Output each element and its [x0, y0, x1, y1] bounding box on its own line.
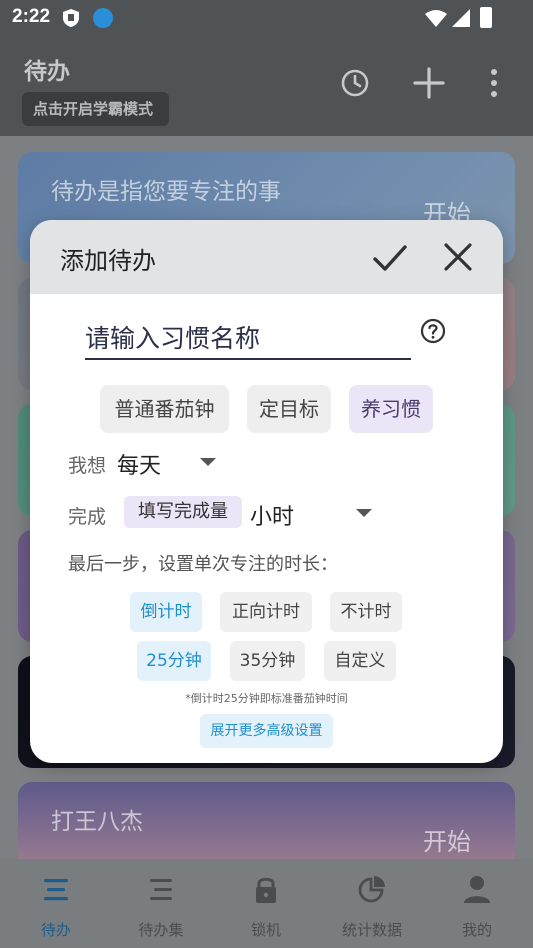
- shield-icon: [63, 9, 79, 27]
- advanced-settings-button[interactable]: 展开更多高级设置: [200, 714, 333, 748]
- nav-label: 我的: [461, 921, 492, 939]
- add-todo-dialog: 添加待办 普通番茄钟 定目标 养习惯 我想 每天 完成 填写完成量 小时 最后一…: [30, 220, 503, 763]
- dialog-title: 添加待办: [60, 247, 156, 275]
- bottom-nav: 待办 待办集 锁机 统计数据 我的: [0, 859, 533, 948]
- add-icon[interactable]: [412, 66, 446, 100]
- fill-amount-chip[interactable]: 填写完成量: [124, 496, 242, 528]
- page-title: 待办: [24, 59, 70, 85]
- nav-label: 待办: [40, 921, 71, 939]
- nav-item-todo[interactable]: 待办: [3, 859, 109, 948]
- dialog-header: 添加待办: [30, 220, 503, 294]
- list-icon: [44, 879, 68, 901]
- pomodoro-note: *倒计时25分钟即标准番茄钟时间: [185, 692, 348, 705]
- nav-item-collections[interactable]: 待办集: [108, 859, 214, 948]
- complete-label: 完成: [68, 506, 107, 528]
- more-vert-icon[interactable]: [478, 66, 512, 100]
- duration-25-option[interactable]: 25分钟: [137, 641, 211, 681]
- help-icon[interactable]: [420, 318, 446, 344]
- nav-label: 锁机: [250, 921, 281, 939]
- app-notification-icon: [93, 8, 113, 28]
- last-step-text: 最后一步，设置单次专注的时长：: [68, 554, 338, 575]
- battery-icon: [480, 7, 492, 28]
- nav-item-me[interactable]: 我的: [424, 859, 530, 948]
- todo-card-title: 待办是指您要专注的事: [51, 179, 281, 205]
- nav-item-lock[interactable]: 锁机: [213, 859, 319, 948]
- study-mode-chip[interactable]: 点击开启学霸模式: [22, 92, 169, 126]
- nav-label: 待办集: [138, 921, 184, 939]
- start-button[interactable]: 开始: [423, 822, 471, 857]
- signal-icons: [425, 9, 470, 27]
- close-icon[interactable]: [439, 238, 477, 276]
- count-up-option[interactable]: 正向计时: [220, 592, 312, 632]
- no-timer-option[interactable]: 不计时: [330, 592, 402, 632]
- chevron-down-icon[interactable]: [356, 509, 372, 517]
- want-label: 我想: [68, 455, 107, 477]
- status-bar: 2:22: [0, 0, 533, 36]
- duration-custom-option[interactable]: 自定义: [324, 641, 396, 681]
- mode-habit-button[interactable]: 养习惯: [349, 385, 433, 433]
- status-time: 2:22: [12, 6, 51, 27]
- app-bar: 待办 点击开启学霸模式: [0, 36, 533, 136]
- todo-card-title: 打王八杰: [51, 809, 143, 835]
- frequency-select[interactable]: 每天: [117, 448, 161, 480]
- checklist-icon: [150, 879, 172, 900]
- habit-name-input[interactable]: [85, 318, 411, 360]
- check-icon[interactable]: [370, 238, 410, 278]
- pie-chart-icon: [358, 876, 385, 903]
- todo-card[interactable]: 打王八杰 开始: [18, 782, 515, 859]
- chevron-down-icon[interactable]: [200, 458, 216, 466]
- unit-select[interactable]: 小时: [250, 499, 294, 531]
- nav-item-stats[interactable]: 统计数据: [319, 859, 425, 948]
- lock-icon: [256, 877, 276, 903]
- mode-goal-button[interactable]: 定目标: [247, 385, 331, 433]
- nav-label: 统计数据: [341, 921, 402, 939]
- countdown-option[interactable]: 倒计时: [130, 592, 202, 632]
- clock-icon[interactable]: [338, 66, 372, 100]
- person-icon: [464, 876, 490, 903]
- mode-pomodoro-button[interactable]: 普通番茄钟: [100, 385, 229, 433]
- duration-35-option[interactable]: 35分钟: [230, 641, 305, 681]
